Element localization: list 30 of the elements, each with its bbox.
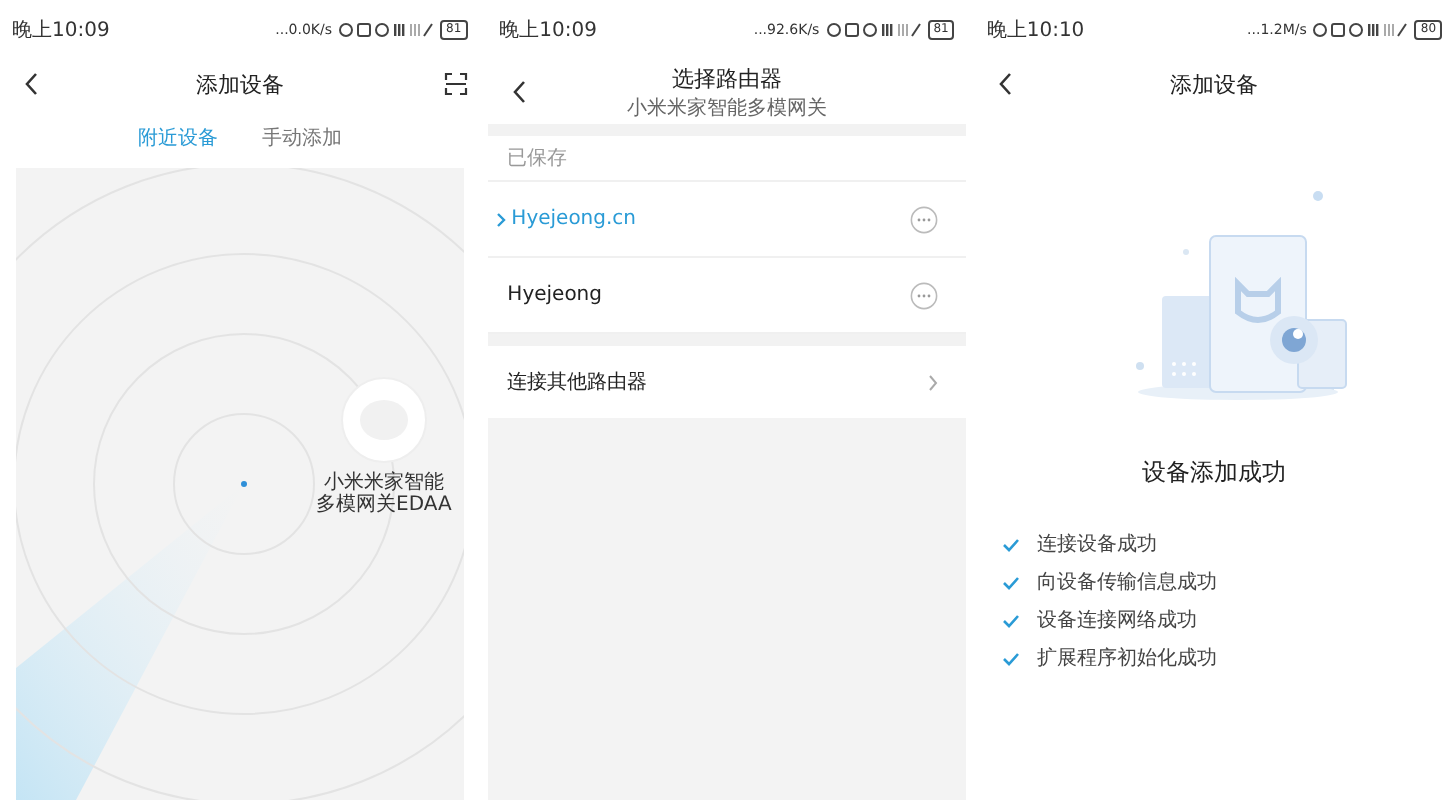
status-time: 晚上10:09 [12,17,110,44]
step-label: 设备连接网络成功 [1036,607,1197,634]
back-icon[interactable] [511,80,528,104]
router-name: Hyejeong [507,284,604,306]
status-icons-drawing [825,22,922,38]
scan-icon[interactable] [443,72,468,96]
back-icon[interactable] [24,72,40,96]
screen-subtitle: 小米米家智能多模网关 [627,95,827,121]
success-heading: 设备添加成功 [1140,456,1289,490]
step-label: 扩展程序初始化成功 [1036,645,1217,672]
status-time: 晚上10:09 [499,17,597,44]
status-icons-drawing [1312,22,1409,38]
back-icon[interactable] [998,72,1015,96]
status-time: 晚上10:10 [986,17,1085,44]
tab[interactable]: 手动添加 [261,124,342,152]
selected-chevron-icon [495,211,506,227]
screen-title: 添加设备 [195,69,284,99]
router-name: Hyejeong.cn [511,208,639,230]
screen-title: 添加设备 [1170,69,1259,99]
screen-title: 选择路由器 [672,63,782,93]
step-label: 连接设备成功 [1036,531,1157,558]
other-router-item[interactable]: 连接其他路由器 [487,346,967,418]
device-label: 小米米家智能 多模网关EDAA [316,472,452,516]
status-icons-drawing [338,22,435,38]
other-router-label: 连接其他路由器 [507,369,650,396]
tab[interactable]: 附近设备 [137,124,218,152]
step-label: 向设备传输信息成功 [1036,569,1217,596]
section-label: 已保存 [487,136,967,182]
chevron-right-icon [928,373,939,391]
router-item[interactable]: Hyejeong.cn [487,182,967,258]
